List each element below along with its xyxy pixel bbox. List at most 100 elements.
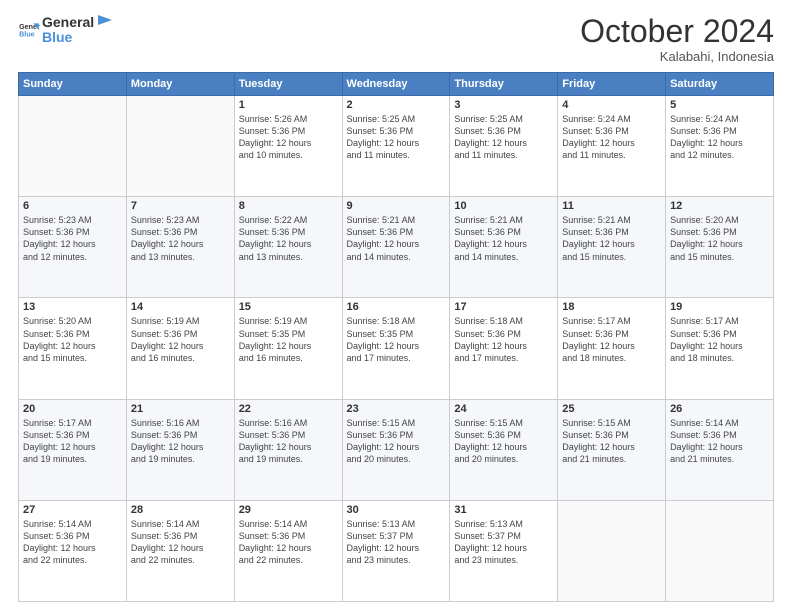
day-info: Sunrise: 5:17 AM Sunset: 5:36 PM Dayligh… <box>23 417 122 466</box>
calendar-header-row: Sunday Monday Tuesday Wednesday Thursday… <box>19 73 774 96</box>
calendar-cell-w4-d3: 22Sunrise: 5:16 AM Sunset: 5:36 PM Dayli… <box>234 399 342 500</box>
day-number: 23 <box>347 403 446 415</box>
calendar-cell-w2-d6: 11 Sunrise: 5:21 AM Sunset: 5:36 PM Dayli… <box>558 197 666 298</box>
col-saturday: Saturday <box>666 73 774 96</box>
day-number: 31 <box>454 504 553 516</box>
calendar-week-5: 27 Sunrise: 5:14 AM Sunset: 5:36 PM Dayli… <box>19 500 774 601</box>
page: General Blue General Blue October 2024 K… <box>0 0 792 612</box>
svg-text:Blue: Blue <box>19 31 35 39</box>
day-info: Sunrise: 5:19 AM Sunset: 5:36 PM Dayligh… <box>131 315 230 364</box>
day-info: Sunrise: 5:15 AM Sunset: 5:36 PM Dayligh… <box>454 417 553 466</box>
calendar-cell-w1-d5: 3 Sunrise: 5:25 AM Sunset: 5:36 PM Daylig… <box>450 96 558 197</box>
day-info: Sunrise: 5:17 AM Sunset: 5:36 PM Dayligh… <box>562 315 661 364</box>
day-info: Sunrise: 5:14 AM Sunset: 5:36 PM Dayligh… <box>239 518 338 567</box>
calendar-cell-w5-d3: 29 Sunrise: 5:14 AM Sunset: 5:36 PM Dayli… <box>234 500 342 601</box>
day-info: Sunrise: 5:20 AM Sunset: 5:36 PM Dayligh… <box>670 214 769 263</box>
day-number: 22 <box>239 403 338 415</box>
day-info: Sunrise: 5:21 AM Sunset: 5:36 PM Dayligh… <box>454 214 553 263</box>
day-number: 7 <box>131 200 230 212</box>
day-number: 25 <box>562 403 661 415</box>
day-number: 16 <box>347 301 446 313</box>
calendar-cell-w4-d6: 25 Sunrise: 5:15 AM Sunset: 5:36 PM Dayli… <box>558 399 666 500</box>
calendar-cell-w3-d3: 15Sunrise: 5:19 AM Sunset: 5:35 PM Dayli… <box>234 298 342 399</box>
day-info: Sunrise: 5:20 AM Sunset: 5:36 PM Dayligh… <box>23 315 122 364</box>
day-info: Sunrise: 5:16 AM Sunset: 5:36 PM Dayligh… <box>131 417 230 466</box>
day-info: Sunrise: 5:23 AM Sunset: 5:36 PM Dayligh… <box>131 214 230 263</box>
calendar-table: Sunday Monday Tuesday Wednesday Thursday… <box>18 72 774 602</box>
day-info: Sunrise: 5:22 AM Sunset: 5:36 PM Dayligh… <box>239 214 338 263</box>
day-number: 21 <box>131 403 230 415</box>
calendar-cell-w5-d2: 28 Sunrise: 5:14 AM Sunset: 5:36 PM Dayli… <box>126 500 234 601</box>
calendar-cell-w5-d6 <box>558 500 666 601</box>
day-number: 9 <box>347 200 446 212</box>
calendar-cell-w4-d5: 24 Sunrise: 5:15 AM Sunset: 5:36 PM Dayli… <box>450 399 558 500</box>
calendar-cell-w5-d7 <box>666 500 774 601</box>
day-info: Sunrise: 5:13 AM Sunset: 5:37 PM Dayligh… <box>347 518 446 567</box>
calendar-cell-w4-d2: 21 Sunrise: 5:16 AM Sunset: 5:36 PM Dayli… <box>126 399 234 500</box>
calendar-cell-w5-d4: 30 Sunrise: 5:13 AM Sunset: 5:37 PM Dayli… <box>342 500 450 601</box>
logo: General Blue General Blue <box>18 15 116 46</box>
day-number: 27 <box>23 504 122 516</box>
calendar-cell-w1-d1 <box>19 96 127 197</box>
calendar-cell-w3-d1: 13 Sunrise: 5:20 AM Sunset: 5:36 PM Dayli… <box>19 298 127 399</box>
day-info: Sunrise: 5:26 AM Sunset: 5:36 PM Dayligh… <box>239 113 338 162</box>
day-info: Sunrise: 5:14 AM Sunset: 5:36 PM Dayligh… <box>131 518 230 567</box>
day-number: 24 <box>454 403 553 415</box>
day-info: Sunrise: 5:25 AM Sunset: 5:36 PM Dayligh… <box>454 113 553 162</box>
day-number: 3 <box>454 99 553 111</box>
day-number: 13 <box>23 301 122 313</box>
day-number: 12 <box>670 200 769 212</box>
day-number: 6 <box>23 200 122 212</box>
calendar-cell-w5-d1: 27 Sunrise: 5:14 AM Sunset: 5:36 PM Dayli… <box>19 500 127 601</box>
day-info: Sunrise: 5:24 AM Sunset: 5:36 PM Dayligh… <box>562 113 661 162</box>
calendar-cell-w3-d7: 19 Sunrise: 5:17 AM Sunset: 5:36 PM Dayli… <box>666 298 774 399</box>
calendar-cell-w4-d4: 23Sunrise: 5:15 AM Sunset: 5:36 PM Dayli… <box>342 399 450 500</box>
title-area: October 2024 Kalabahi, Indonesia <box>580 15 774 64</box>
day-info: Sunrise: 5:18 AM Sunset: 5:35 PM Dayligh… <box>347 315 446 364</box>
day-number: 29 <box>239 504 338 516</box>
calendar-cell-w4-d7: 26Sunrise: 5:14 AM Sunset: 5:36 PM Dayli… <box>666 399 774 500</box>
day-info: Sunrise: 5:13 AM Sunset: 5:37 PM Dayligh… <box>454 518 553 567</box>
day-info: Sunrise: 5:24 AM Sunset: 5:36 PM Dayligh… <box>670 113 769 162</box>
calendar-week-4: 20Sunrise: 5:17 AM Sunset: 5:36 PM Dayli… <box>19 399 774 500</box>
logo-icon: General Blue <box>18 19 40 41</box>
day-number: 30 <box>347 504 446 516</box>
calendar-cell-w1-d3: 1 Sunrise: 5:26 AM Sunset: 5:36 PM Daylig… <box>234 96 342 197</box>
calendar-cell-w1-d7: 5 Sunrise: 5:24 AM Sunset: 5:36 PM Daylig… <box>666 96 774 197</box>
calendar-cell-w1-d6: 4Sunrise: 5:24 AM Sunset: 5:36 PM Daylig… <box>558 96 666 197</box>
calendar-week-3: 13 Sunrise: 5:20 AM Sunset: 5:36 PM Dayli… <box>19 298 774 399</box>
calendar-cell-w1-d4: 2Sunrise: 5:25 AM Sunset: 5:36 PM Daylig… <box>342 96 450 197</box>
calendar-cell-w3-d5: 17 Sunrise: 5:18 AM Sunset: 5:36 PM Dayli… <box>450 298 558 399</box>
day-info: Sunrise: 5:21 AM Sunset: 5:36 PM Dayligh… <box>562 214 661 263</box>
day-number: 2 <box>347 99 446 111</box>
calendar-week-1: 1 Sunrise: 5:26 AM Sunset: 5:36 PM Daylig… <box>19 96 774 197</box>
calendar-cell-w1-d2 <box>126 96 234 197</box>
day-number: 19 <box>670 301 769 313</box>
day-number: 11 <box>562 200 661 212</box>
calendar-cell-w3-d6: 18 Sunrise: 5:17 AM Sunset: 5:36 PM Dayli… <box>558 298 666 399</box>
day-number: 18 <box>562 301 661 313</box>
calendar-cell-w2-d5: 10Sunrise: 5:21 AM Sunset: 5:36 PM Dayli… <box>450 197 558 298</box>
day-number: 28 <box>131 504 230 516</box>
logo-blue: Blue <box>42 30 94 45</box>
day-number: 17 <box>454 301 553 313</box>
day-number: 1 <box>239 99 338 111</box>
calendar-cell-w3-d2: 14Sunrise: 5:19 AM Sunset: 5:36 PM Dayli… <box>126 298 234 399</box>
day-info: Sunrise: 5:21 AM Sunset: 5:36 PM Dayligh… <box>347 214 446 263</box>
calendar-cell-w2-d3: 8 Sunrise: 5:22 AM Sunset: 5:36 PM Daylig… <box>234 197 342 298</box>
calendar-cell-w2-d2: 7 Sunrise: 5:23 AM Sunset: 5:36 PM Daylig… <box>126 197 234 298</box>
day-info: Sunrise: 5:14 AM Sunset: 5:36 PM Dayligh… <box>23 518 122 567</box>
day-number: 8 <box>239 200 338 212</box>
location: Kalabahi, Indonesia <box>580 49 774 64</box>
day-info: Sunrise: 5:23 AM Sunset: 5:36 PM Dayligh… <box>23 214 122 263</box>
calendar-cell-w5-d5: 31 Sunrise: 5:13 AM Sunset: 5:37 PM Dayli… <box>450 500 558 601</box>
day-number: 5 <box>670 99 769 111</box>
calendar-cell-w3-d4: 16 Sunrise: 5:18 AM Sunset: 5:35 PM Dayli… <box>342 298 450 399</box>
day-info: Sunrise: 5:15 AM Sunset: 5:36 PM Dayligh… <box>562 417 661 466</box>
day-info: Sunrise: 5:18 AM Sunset: 5:36 PM Dayligh… <box>454 315 553 364</box>
col-sunday: Sunday <box>19 73 127 96</box>
day-number: 15 <box>239 301 338 313</box>
col-thursday: Thursday <box>450 73 558 96</box>
day-info: Sunrise: 5:17 AM Sunset: 5:36 PM Dayligh… <box>670 315 769 364</box>
col-friday: Friday <box>558 73 666 96</box>
